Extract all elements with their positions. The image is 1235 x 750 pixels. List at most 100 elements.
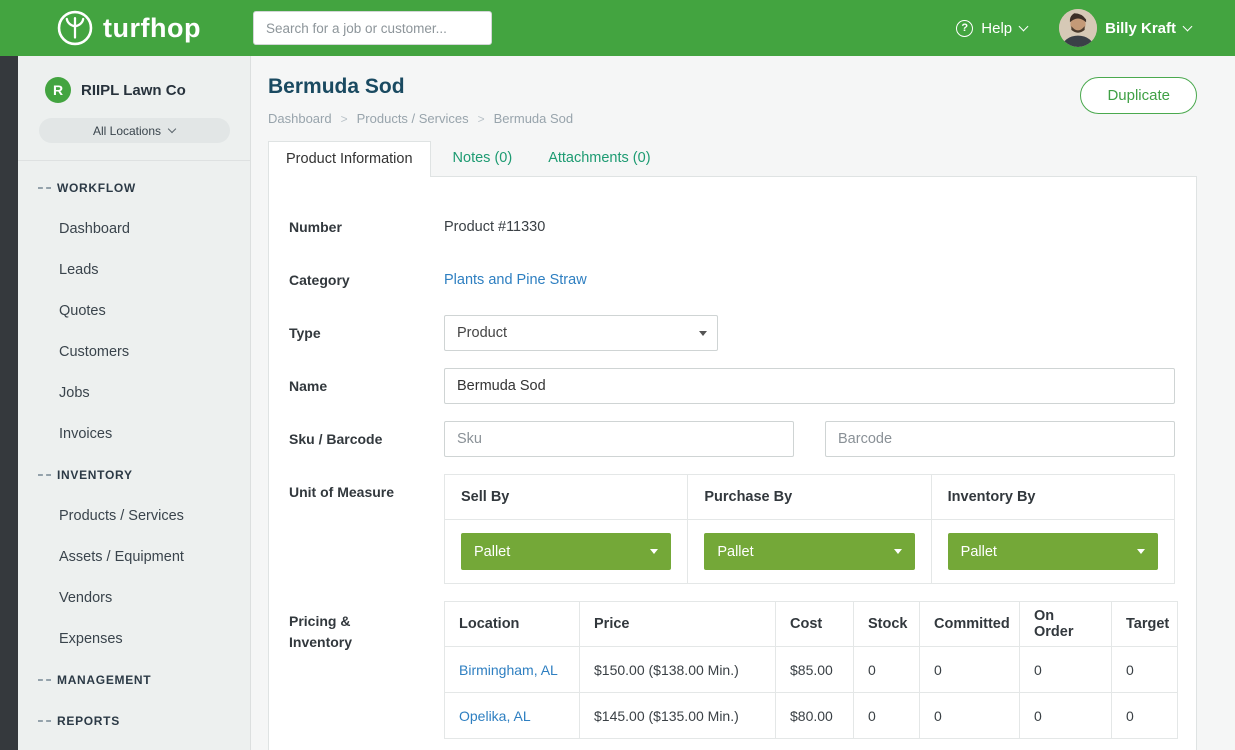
col-target: Target [1112, 602, 1178, 647]
nav-section-management[interactable]: MANAGEMENT [18, 659, 250, 700]
category-row: Category Plants and Pine Straw [289, 262, 1175, 298]
tab-bar: Product Information Notes (0) Attachment… [268, 141, 1197, 176]
category-label: Category [289, 262, 444, 298]
unit-of-measure-table: Sell By Purchase By Inventory By Pallet [444, 474, 1175, 584]
avatar [1059, 9, 1097, 47]
page-title: Bermuda Sod [268, 75, 1197, 99]
user-menu[interactable]: Billy Kraft [1059, 9, 1191, 47]
inventory-by-dropdown[interactable]: Pallet [948, 533, 1158, 570]
nav-section-inventory: INVENTORY [18, 454, 250, 495]
uom-col-sell-by: Sell By [445, 475, 688, 520]
location-link[interactable]: Opelika, AL [459, 708, 531, 724]
location-link[interactable]: Birmingham, AL [459, 662, 558, 678]
table-row: Opelika, AL $145.00 ($135.00 Min.) $80.0… [445, 693, 1178, 739]
stock-cell: 0 [854, 647, 920, 693]
nav-section-workflow: WORKFLOW [18, 167, 250, 208]
uom-col-inventory-by: Inventory By [931, 475, 1174, 520]
committed-cell: 0 [920, 693, 1020, 739]
sku-barcode-label: Sku / Barcode [289, 421, 444, 457]
dropdown-arrow-icon [650, 549, 658, 554]
tab-product-information[interactable]: Product Information [268, 141, 431, 177]
breadcrumb-dashboard[interactable]: Dashboard [268, 111, 332, 126]
purchase-by-dropdown[interactable]: Pallet [704, 533, 914, 570]
unit-of-measure-row: Unit of Measure Sell By Purchase By Inve… [289, 474, 1175, 584]
help-icon: ? [956, 20, 973, 37]
product-information-panel: Number Product #11330 Category Plants an… [268, 176, 1197, 750]
sidebar-item-assets-equipment[interactable]: Assets / Equipment [18, 536, 250, 577]
brand[interactable]: turfhop [56, 0, 201, 56]
chevron-down-icon [1019, 21, 1029, 31]
pricing-inventory-label: Pricing & Inventory [289, 611, 369, 653]
barcode-input[interactable] [825, 421, 1175, 457]
dropdown-arrow-icon [894, 549, 902, 554]
sidebar-item-expenses[interactable]: Expenses [18, 618, 250, 659]
price-cell: $145.00 ($135.00 Min.) [580, 693, 776, 739]
type-select-value: Product [457, 325, 507, 341]
target-cell: 0 [1112, 693, 1178, 739]
nav-section-label: MANAGEMENT [57, 673, 151, 687]
sell-by-dropdown[interactable]: Pallet [461, 533, 671, 570]
locations-dropdown[interactable]: All Locations [39, 118, 230, 143]
sku-barcode-row: Sku / Barcode [289, 421, 1175, 457]
sidebar-item-products-services[interactable]: Products / Services [18, 495, 250, 536]
name-input[interactable] [444, 368, 1175, 404]
breadcrumb-separator: > [478, 112, 485, 126]
help-menu[interactable]: ? Help [956, 20, 1027, 37]
nav-section-label: INVENTORY [57, 468, 133, 482]
type-label: Type [289, 315, 444, 351]
sidebar-item-customers[interactable]: Customers [18, 331, 250, 372]
breadcrumb-separator: > [341, 112, 348, 126]
on-order-cell: 0 [1020, 647, 1112, 693]
section-dash-icon [38, 679, 51, 681]
col-price: Price [580, 602, 776, 647]
purchase-by-value: Pallet [717, 544, 753, 560]
target-cell: 0 [1112, 647, 1178, 693]
product-number-value: Product #11330 [444, 209, 1175, 235]
sidebar-nav: WORKFLOW Dashboard Leads Quotes Customer… [18, 161, 250, 741]
tab-notes[interactable]: Notes (0) [439, 141, 527, 176]
table-row: Birmingham, AL $150.00 ($138.00 Min.) $8… [445, 647, 1178, 693]
col-stock: Stock [854, 602, 920, 647]
sidebar-item-vendors[interactable]: Vendors [18, 577, 250, 618]
sku-input[interactable] [444, 421, 794, 457]
committed-cell: 0 [920, 647, 1020, 693]
page-head: Bermuda Sod Dashboard > Products / Servi… [268, 75, 1197, 126]
stock-cell: 0 [854, 693, 920, 739]
sidebar-item-jobs[interactable]: Jobs [18, 372, 250, 413]
price-cell: $150.00 ($138.00 Min.) [580, 647, 776, 693]
sidebar-item-dashboard[interactable]: Dashboard [18, 208, 250, 249]
cost-cell: $80.00 [776, 693, 854, 739]
global-search-input[interactable] [253, 11, 492, 45]
sidebar-item-leads[interactable]: Leads [18, 249, 250, 290]
left-rail [0, 56, 18, 750]
col-cost: Cost [776, 602, 854, 647]
duplicate-button[interactable]: Duplicate [1080, 77, 1197, 114]
nav-section-reports[interactable]: REPORTS [18, 700, 250, 741]
col-on-order: On Order [1020, 602, 1112, 647]
locations-label: All Locations [93, 124, 161, 138]
type-row: Type Product [289, 315, 1175, 351]
company-logo-icon: R [45, 77, 71, 103]
section-dash-icon [38, 474, 51, 476]
breadcrumb-products-services[interactable]: Products / Services [357, 111, 469, 126]
nav-section-label: WORKFLOW [57, 181, 136, 195]
pricing-inventory-row: Pricing & Inventory Location Price Cost … [289, 601, 1175, 739]
category-link[interactable]: Plants and Pine Straw [444, 272, 587, 288]
top-header: turfhop ? Help Billy Kraft [0, 0, 1235, 56]
inventory-by-value: Pallet [961, 544, 997, 560]
chevron-down-icon [1183, 21, 1193, 31]
type-select[interactable]: Product [444, 315, 718, 351]
sidebar-item-invoices[interactable]: Invoices [18, 413, 250, 454]
company-switcher[interactable]: R RIIPL Lawn Co [18, 56, 250, 103]
on-order-cell: 0 [1020, 693, 1112, 739]
name-label: Name [289, 368, 444, 404]
number-label: Number [289, 209, 444, 245]
nav-section-label: REPORTS [57, 714, 120, 728]
name-row: Name [289, 368, 1175, 404]
chevron-down-icon [168, 124, 176, 132]
select-arrow-icon [699, 331, 707, 336]
breadcrumb-current: Bermuda Sod [494, 111, 574, 126]
tab-attachments[interactable]: Attachments (0) [534, 141, 664, 176]
sidebar-item-quotes[interactable]: Quotes [18, 290, 250, 331]
col-location: Location [445, 602, 580, 647]
